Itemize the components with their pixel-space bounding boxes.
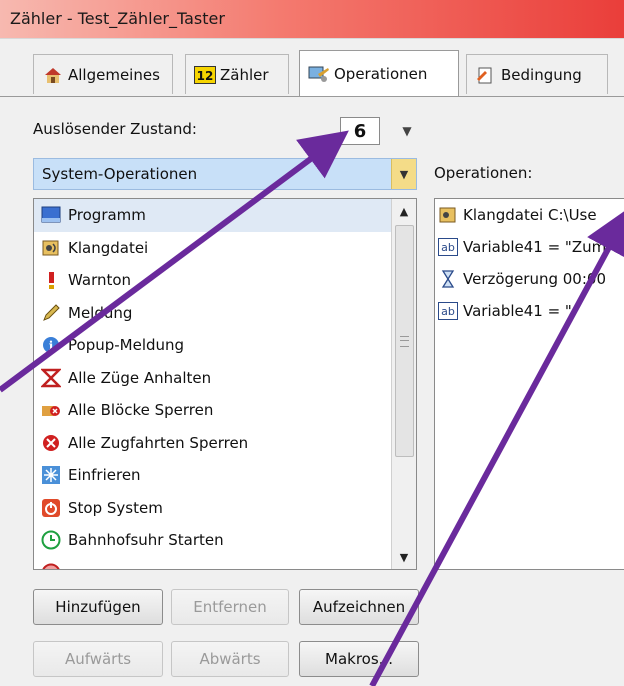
clock-stop-icon [40,562,62,569]
trigger-label: Auslösender Zustand: [33,120,197,138]
info-icon: i [40,334,62,356]
trigger-state-field[interactable]: 6 [340,117,380,145]
macros-button[interactable]: Makros... [299,641,419,677]
house-icon [42,64,64,86]
operations-label: Operationen: [434,164,533,182]
remove-button[interactable]: Entfernen [171,589,289,625]
list-item[interactable]: Alle Blöcke Sperren [34,394,416,427]
list-item[interactable]: Stop System [34,492,416,525]
trigger-dropdown-arrow[interactable]: ▼ [396,118,418,144]
move-up-button[interactable]: Aufwärts [33,641,163,677]
list-item[interactable]: Alle Züge Anhalten [34,362,416,395]
list-item[interactable]: ab Variable41 = "Zum [435,231,624,263]
category-dropdown[interactable]: System-Operationen ▼ [33,158,417,190]
window-title: Zähler - Test_Zähler_Taster [10,9,225,28]
list-item[interactable]: Klangdatei [34,232,416,265]
move-down-button[interactable]: Abwärts [171,641,289,677]
scroll-up-icon[interactable]: ▲ [392,199,416,223]
lock-blocks-icon [40,399,62,421]
tab-counter[interactable]: 12 Zähler [185,54,289,94]
counter-12-icon: 12 [194,64,216,86]
svg-text:12: 12 [197,69,214,83]
grip-icon [400,336,409,347]
clock-icon [40,529,62,551]
hourglass-icon [437,268,459,290]
condition-icon [475,64,497,86]
list-item[interactable]: Meldung [34,297,416,330]
variable-ab-icon: ab [437,236,459,258]
lock-routes-icon [40,432,62,454]
warning-tone-icon [40,269,62,291]
record-button[interactable]: Aufzeichnen [299,589,419,625]
operations-icon [308,63,330,85]
tab-strip: Allgemeines 12 Zähler Operationen Beding… [0,48,624,98]
sound-file-icon [437,204,459,226]
list-item[interactable]: Verzögerung 00:00 [435,263,624,295]
sound-file-icon [40,237,62,259]
pencil-icon [40,302,62,324]
tab-condition[interactable]: Bedingung [466,54,608,94]
svg-text:i: i [49,339,54,353]
list-item[interactable]: Einfrieren [34,459,416,492]
stop-trains-icon [40,367,62,389]
list-item[interactable]: ab Variable41 = " [435,295,624,327]
list-item-partial [34,557,416,569]
program-icon [40,204,62,226]
list-item[interactable]: Programm [34,199,416,232]
list-item[interactable]: Warnton [34,264,416,297]
svg-text:ab: ab [441,241,455,254]
list-item[interactable]: Bahnhofsuhr Starten [34,524,416,557]
title-bar: Zähler - Test_Zähler_Taster [0,0,624,39]
variable-ab-icon: ab [437,300,459,322]
tab-operations[interactable]: Operationen [299,50,459,96]
tab-general[interactable]: Allgemeines [33,54,173,94]
scroll-thumb[interactable] [395,225,414,457]
list-item[interactable]: i Popup-Meldung [34,329,416,362]
power-stop-icon [40,497,62,519]
category-selected: System-Operationen [42,165,198,183]
system-operations-list[interactable]: Programm Klangdatei Warnton Meldung i Po… [33,198,417,570]
scroll-down-icon[interactable]: ▼ [392,545,416,569]
tab-divider [0,96,624,97]
add-button[interactable]: Hinzufügen [33,589,163,625]
counter-dialog: Zähler - Test_Zähler_Taster Allgemeines … [0,0,624,686]
svg-text:ab: ab [441,305,455,318]
list-item[interactable]: Alle Zugfahrten Sperren [34,427,416,460]
assigned-operations-list[interactable]: Klangdatei C:\Use ab Variable41 = "Zum V… [434,198,624,570]
snowflake-icon [40,464,62,486]
list-scrollbar[interactable]: ▲ ▼ [391,199,416,569]
chevron-down-icon[interactable]: ▼ [391,159,416,189]
list-item[interactable]: Klangdatei C:\Use [435,199,624,231]
